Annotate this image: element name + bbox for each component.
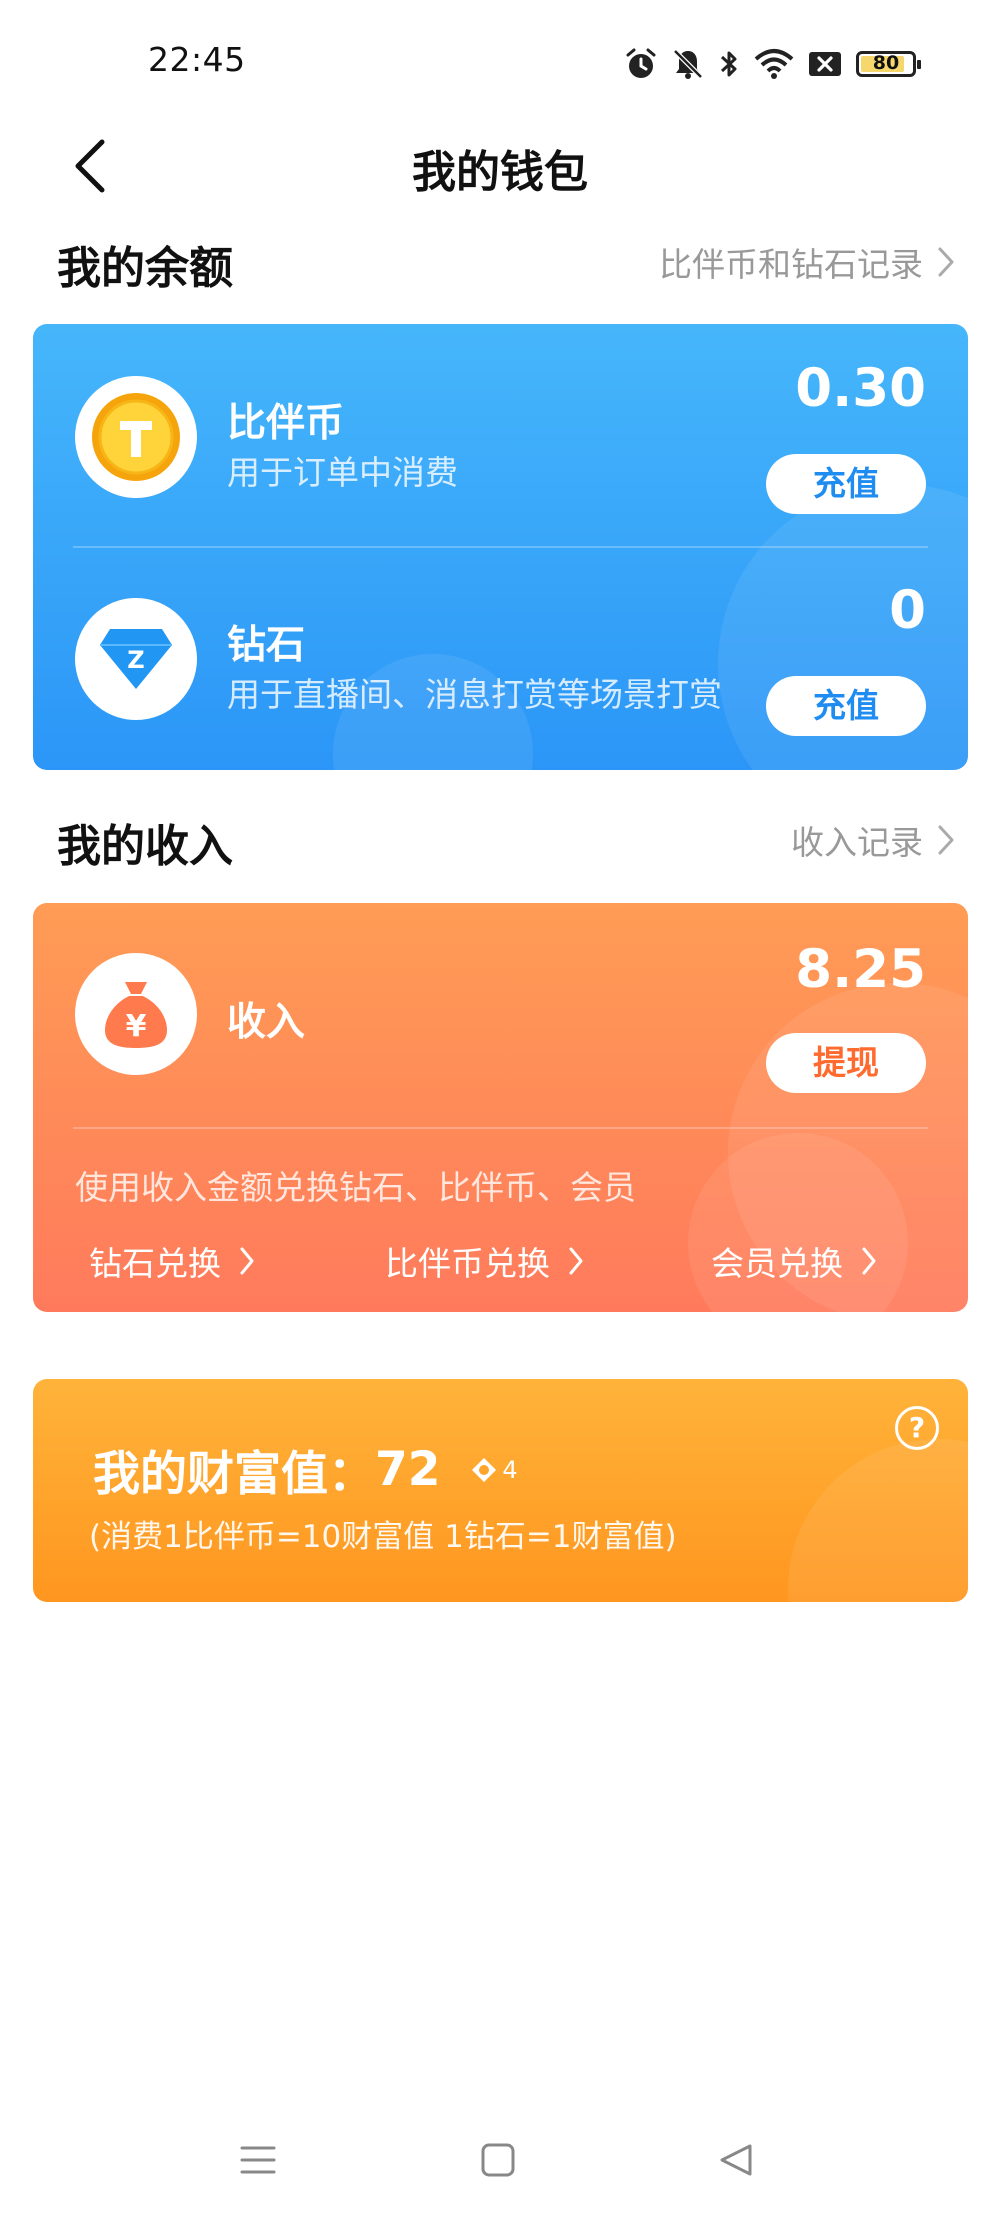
vip-exchange-link[interactable]: 会员兑换 <box>711 1237 877 1285</box>
bluetooth-icon <box>720 51 737 77</box>
chevron-right-icon <box>938 247 954 277</box>
level-diamond-icon <box>472 1457 497 1482</box>
balance-records-link[interactable]: 比伴币和钻石记录 <box>659 238 955 286</box>
money-bag-icon: ¥ <box>105 982 167 1048</box>
status-icons: 80 <box>624 44 921 84</box>
wealth-level-badge: 4 <box>470 1455 518 1484</box>
wifi-icon <box>754 49 794 79</box>
coin-desc: 用于订单中消费 <box>227 453 458 492</box>
battery-icon: 80 <box>856 51 921 77</box>
diamond-name: 钻石 <box>227 623 306 668</box>
income-records-link[interactable]: 收入记录 <box>791 816 955 864</box>
coin-amount: 0.30 <box>795 358 926 419</box>
mute-bell-icon <box>673 49 703 79</box>
card-divider <box>73 546 928 548</box>
coin-avatar <box>75 376 197 498</box>
income-name: 收入 <box>227 1000 306 1045</box>
chevron-right-icon <box>862 1247 876 1275</box>
diamond-avatar: Z <box>75 598 197 720</box>
coin-exchange-label: 比伴币兑换 <box>385 1244 550 1283</box>
diamond-amount: 0 <box>889 580 926 641</box>
svg-text:Z: Z <box>127 646 144 674</box>
coin-exchange-link[interactable]: 比伴币兑换 <box>385 1237 584 1285</box>
battery-level: 80 <box>872 52 900 74</box>
diamond-exchange-label: 钻石兑换 <box>89 1244 221 1283</box>
income-card: ¥ 收入 8.25 提现 使用收入金额兑换钻石、比伴币、会员 钻石兑换 比伴币兑… <box>33 903 968 1312</box>
income-avatar: ¥ <box>75 953 197 1075</box>
exchange-hint: 使用收入金额兑换钻石、比伴币、会员 <box>75 1168 636 1207</box>
status-time: 22:45 <box>148 40 246 79</box>
wealth-title: 我的财富值： 72 4 <box>93 1435 518 1504</box>
home-square-icon[interactable] <box>478 2140 518 2180</box>
menu-icon[interactable] <box>238 2140 278 2180</box>
sim-off-icon <box>809 52 841 76</box>
income-section-title: 我的收入 <box>57 821 233 872</box>
diamond-icon: Z <box>100 629 172 689</box>
withdraw-button[interactable]: 提现 <box>766 1033 926 1093</box>
balance-records-label: 比伴币和钻石记录 <box>659 245 923 284</box>
question-circle-icon[interactable]: ? <box>895 1406 939 1450</box>
income-amount: 8.25 <box>795 939 926 1000</box>
balance-card: 比伴币 用于订单中消费 0.30 充值 Z 钻石 用于直播间、消息打赏等场景打赏… <box>33 324 968 770</box>
chevron-right-icon <box>569 1247 583 1275</box>
diamond-recharge-button[interactable]: 充值 <box>766 676 926 736</box>
wealth-label: 我的财富值： <box>93 1447 375 1502</box>
wealth-note: (消费1比伴币=10财富值 1钻石=1财富值) <box>89 1519 677 1555</box>
balance-section-title: 我的余额 <box>57 243 233 294</box>
card-divider <box>73 1127 928 1129</box>
diamond-exchange-link[interactable]: 钻石兑换 <box>89 1237 255 1285</box>
coin-name: 比伴币 <box>227 401 345 446</box>
diamond-desc: 用于直播间、消息打赏等场景打赏 <box>227 675 722 714</box>
coin-recharge-button[interactable]: 充值 <box>766 454 926 514</box>
income-records-label: 收入记录 <box>791 823 923 862</box>
wealth-card: 我的财富值： 72 4 (消费1比伴币=10财富值 1钻石=1财富值) ? <box>33 1379 968 1602</box>
coin-icon <box>92 393 180 481</box>
back-triangle-icon[interactable] <box>716 2140 756 2180</box>
wealth-value: 72 <box>375 1442 441 1497</box>
alarm-icon <box>626 48 656 78</box>
wealth-level: 4 <box>502 1455 518 1484</box>
vip-exchange-label: 会员兑换 <box>711 1244 843 1283</box>
chevron-right-icon <box>938 825 954 855</box>
page-title: 我的钱包 <box>412 147 588 198</box>
chevron-right-icon <box>240 1247 254 1275</box>
svg-text:¥: ¥ <box>126 1009 147 1044</box>
